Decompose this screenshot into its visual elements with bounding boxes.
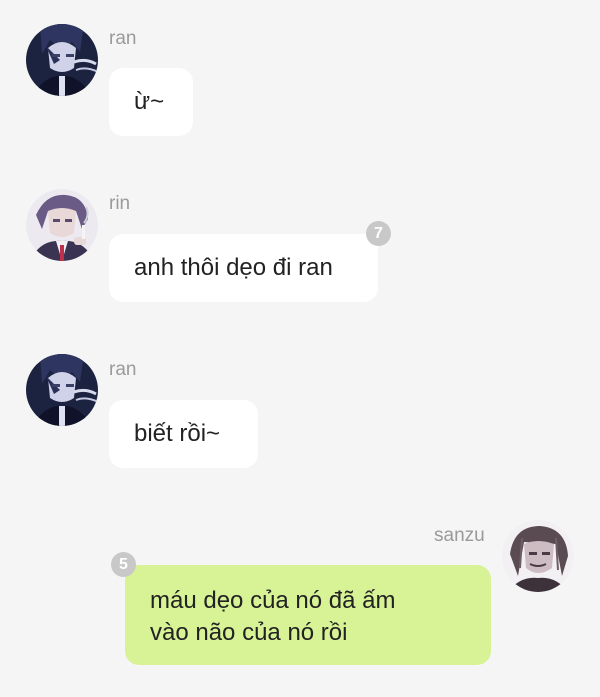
sender-name: rin <box>109 193 131 214</box>
unread-count-badge: 7 <box>366 221 391 246</box>
message-text: anh thôi dẹo đi ran <box>134 254 333 281</box>
chat-conversation: ran ừ~ rin anh thôi dẹo đi ran 7 ran biế… <box>0 0 600 697</box>
sanzu-avatar-icon[interactable] <box>502 520 574 592</box>
message-text: máu dẹo của nó đã ấm vào não của nó rồi <box>150 587 396 646</box>
ran-avatar-icon[interactable] <box>26 354 98 426</box>
sender-name: ran <box>109 28 137 49</box>
message-bubble[interactable]: biết rồi~ <box>109 400 258 468</box>
message-bubble[interactable]: ừ~ <box>109 68 193 136</box>
message-text: ừ~ <box>134 88 165 115</box>
rin-avatar-icon[interactable] <box>26 189 98 261</box>
ran-avatar-icon[interactable] <box>26 24 98 96</box>
sender-name: ran <box>109 359 137 380</box>
unread-count-badge: 5 <box>111 552 136 577</box>
sender-name: sanzu <box>434 525 485 546</box>
message-bubble[interactable]: máu dẹo của nó đã ấm vào não của nó rồi <box>125 565 491 665</box>
message-text: biết rồi~ <box>134 420 221 447</box>
message-bubble[interactable]: anh thôi dẹo đi ran <box>109 234 378 302</box>
